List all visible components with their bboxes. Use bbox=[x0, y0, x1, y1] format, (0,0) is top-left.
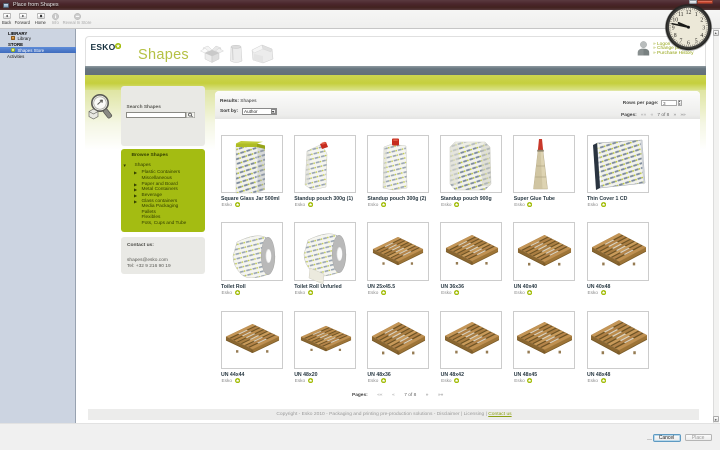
svg-text:2: 2 bbox=[700, 17, 703, 23]
svg-text:4: 4 bbox=[700, 32, 703, 38]
svg-text:1: 1 bbox=[694, 12, 697, 18]
svg-text:3: 3 bbox=[702, 25, 705, 31]
svg-text:7: 7 bbox=[679, 38, 682, 44]
svg-text:6: 6 bbox=[687, 40, 690, 46]
svg-text:9: 9 bbox=[671, 25, 674, 31]
svg-text:5: 5 bbox=[694, 38, 697, 44]
svg-text:10: 10 bbox=[672, 17, 678, 23]
svg-text:8: 8 bbox=[673, 32, 676, 38]
svg-text:12: 12 bbox=[685, 10, 691, 16]
svg-text:11: 11 bbox=[678, 12, 684, 18]
